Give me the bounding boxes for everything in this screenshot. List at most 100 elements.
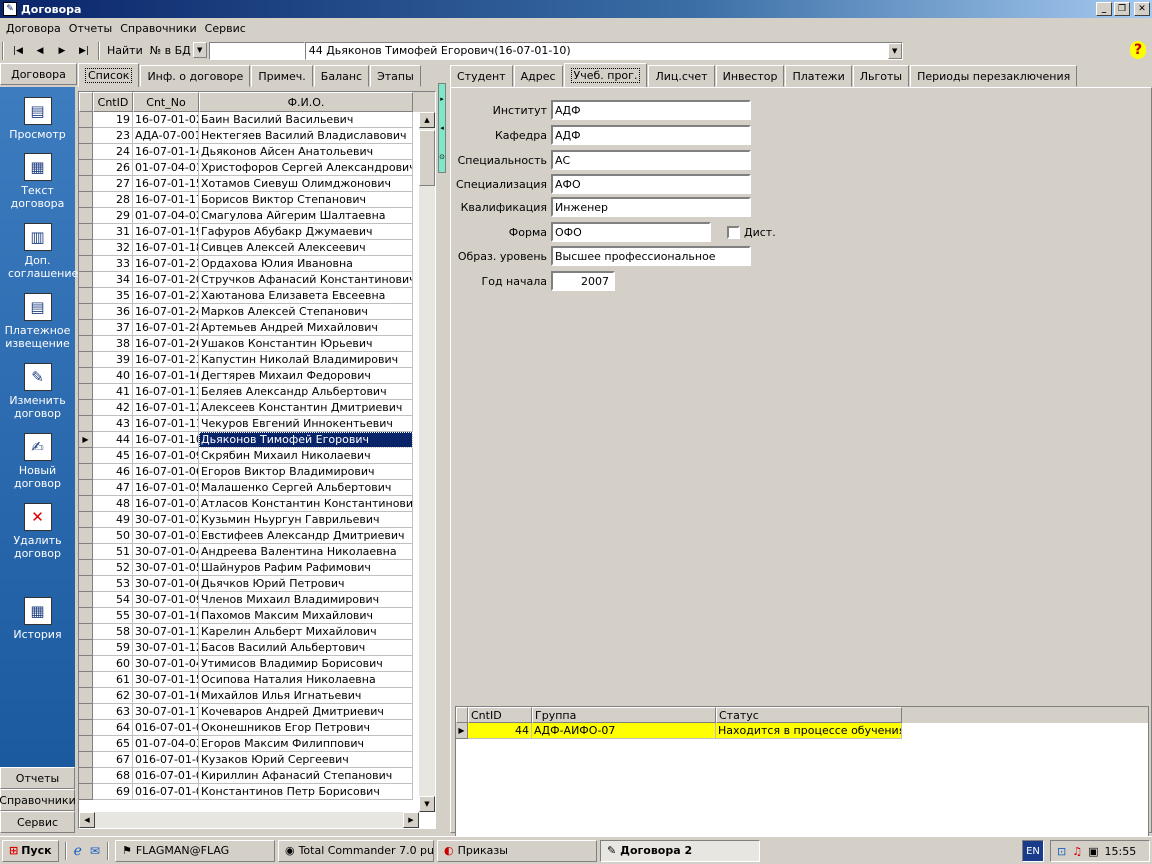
nav-addendum[interactable]: ▥ Доп. соглашение	[0, 223, 78, 280]
table-row[interactable]: 51 30-07-01-04 Андреева Валентина Николаев…	[79, 544, 435, 560]
language-indicator[interactable]: EN	[1022, 840, 1044, 862]
table-row[interactable]: 69016-07-01-09Константинов Петр Борисови…	[79, 784, 435, 800]
table-row[interactable]: 48 16-07-01-01 Атласов Константин Констант…	[79, 496, 435, 512]
table-row[interactable]: 59 30-07-01-12 Басов Василий Альбертович	[79, 640, 435, 656]
nav-tab-contracts[interactable]: Договора	[0, 63, 77, 85]
collapse-right-icon[interactable]: ▸	[440, 95, 444, 103]
next-record-icon[interactable]: ▶	[51, 41, 73, 61]
table-row[interactable]: 62 30-07-01-16 Михайлов Илья Игнатьевич	[79, 688, 435, 704]
tab-investor[interactable]: Инвестор	[715, 65, 785, 87]
task-total-commander[interactable]: ◉ Total Commander 7.0 pu...	[277, 839, 434, 862]
panel-splitter[interactable]: ▸ ◂ ⊙	[438, 83, 448, 173]
grid-hscroll[interactable]: ◀ ▶	[79, 812, 419, 828]
ie-icon[interactable]: ℯ	[74, 843, 82, 859]
table-row[interactable]: 65 01-07-04-03 Егоров Максим Филиппович	[79, 736, 435, 752]
nav-view[interactable]: ▤ Просмотр	[0, 97, 75, 141]
task-flagman[interactable]: ⚑ FLAGMAN@FLAG	[114, 839, 275, 862]
qualification-field[interactable]: Инженер	[551, 197, 751, 217]
table-row[interactable]: 36 16-07-01-24 Марков Алексей Степанович	[79, 304, 435, 320]
table-row[interactable]: 32 16-07-01-18 Сивцев Алексей Алексеевич	[79, 240, 435, 256]
table-row[interactable]: 31 16-07-01-19 Гафуров Абубакр Джумаевич	[79, 224, 435, 240]
nav-payment-notice[interactable]: ▤ Платежное извещение	[0, 293, 75, 350]
task-contracts[interactable]: ✎ Договора 2	[599, 839, 760, 862]
tab-student[interactable]: Студент	[450, 65, 513, 87]
record-combo[interactable]: 44 Дьяконов Тимофей Егорович(16-07-01-10…	[304, 41, 903, 60]
tab-list[interactable]: Список	[78, 63, 140, 87]
table-row[interactable]: 52 30-07-01-05 Шайнуров Рафим Рафимович	[79, 560, 435, 576]
department-field[interactable]: АДФ	[551, 125, 751, 145]
collapse-left-icon[interactable]: ◂	[440, 124, 444, 132]
col-cntid[interactable]: CntID	[93, 92, 133, 112]
table-row[interactable]: 42 16-07-01-12 Алексеев Константин Дмитрие…	[79, 400, 435, 416]
close-button[interactable]: ✕	[1134, 2, 1150, 16]
menu-references[interactable]: Справочники	[116, 22, 200, 35]
network-icon[interactable]: ⊡	[1057, 845, 1066, 858]
specialty-field[interactable]: АС	[551, 150, 751, 170]
table-row[interactable]: 50 30-07-01-03 Евстифеев Александр Дмитрие…	[79, 528, 435, 544]
table-row[interactable]: 29 01-07-04-02 Смагулова Айгерим Шалтаевна	[79, 208, 435, 224]
minimize-button[interactable]: _	[1096, 2, 1112, 16]
table-row[interactable]: 34 16-07-01-20 Стручков Афанасий Константи…	[79, 272, 435, 288]
help-icon[interactable]: ?	[1130, 41, 1146, 59]
prev-record-icon[interactable]: ◀	[29, 41, 51, 61]
scroll-thumb[interactable]	[419, 130, 435, 186]
table-row[interactable]: 49 30-07-01-02 Кузьмин Ньургун Гаврильевич	[79, 512, 435, 528]
table-row[interactable]: 19 16-07-01-02 Баин Василий Васильевич	[79, 112, 435, 128]
nav-tab-service[interactable]: Сервис	[0, 811, 75, 833]
table-row[interactable]: 23 АДА-07-001 Нектегяев Василий Владиславо…	[79, 128, 435, 144]
tab-notes[interactable]: Примеч.	[251, 65, 313, 87]
menu-contracts[interactable]: Договора	[2, 22, 65, 35]
col-fio[interactable]: Ф.И.О.	[199, 92, 413, 112]
institute-field[interactable]: АДФ	[551, 100, 751, 120]
col-status[interactable]: Статус	[716, 707, 902, 723]
form-field[interactable]: ОФО	[551, 222, 711, 242]
find-input[interactable]	[208, 41, 305, 60]
grid-vscroll[interactable]: ▲ ▼	[419, 112, 435, 812]
table-row[interactable]: 54 30-07-01-09 Членов Михаил Владимирович	[79, 592, 435, 608]
table-row[interactable]: 38 16-07-01-26 Ушаков Константин Юрьевич	[79, 336, 435, 352]
table-row[interactable]: 37 16-07-01-28 Артемьев Андрей Михайлович	[79, 320, 435, 336]
tab-renewal-periods[interactable]: Периоды перезаключения	[910, 65, 1078, 87]
chevron-down-icon[interactable]: ▼	[887, 42, 902, 59]
nav-edit-contract[interactable]: ✎ Изменить договор	[0, 363, 75, 420]
tab-stages[interactable]: Этапы	[370, 65, 421, 87]
table-row[interactable]: 40 16-07-01-16 Дегтярев Михаил Федорович	[79, 368, 435, 384]
maximize-button[interactable]: ❐	[1114, 2, 1130, 16]
tab-benefits[interactable]: Льготы	[852, 65, 910, 87]
table-row[interactable]: 33 16-07-01-21 Ордахова Юлия Ивановна	[79, 256, 435, 272]
scroll-right-icon[interactable]: ▶	[403, 812, 419, 828]
monitor-icon[interactable]: ▣	[1088, 845, 1098, 858]
group-row[interactable]: ▶ 44 АДФ-АИФО-07 Находится в процессе об…	[456, 723, 1148, 739]
nav-delete-contract[interactable]: ✕ Удалить договор	[0, 503, 75, 560]
last-record-icon[interactable]: ▶|	[73, 41, 95, 61]
table-row[interactable]: 27 16-07-01-15 Хотамов Сиевуш Олимджонович	[79, 176, 435, 192]
first-record-icon[interactable]: |◀	[7, 41, 29, 61]
edu-level-field[interactable]: Высшее профессиональное	[551, 246, 751, 266]
table-row[interactable]: 47 16-07-01-05 Малашенко Сергей Альбертови…	[79, 480, 435, 496]
chevron-down-icon[interactable]: ▼	[192, 41, 207, 58]
volume-icon[interactable]: ♫	[1072, 845, 1082, 858]
start-year-field[interactable]: 2007	[551, 271, 615, 291]
nav-new-contract[interactable]: ✍ Новый договор	[0, 433, 75, 490]
table-row[interactable]: 41 16-07-01-13 Беляев Александр Альбертови…	[79, 384, 435, 400]
start-button[interactable]: ⊞ Пуск	[2, 839, 59, 862]
dist-checkbox[interactable]	[727, 225, 740, 239]
tab-payments[interactable]: Платежи	[785, 65, 852, 87]
table-row[interactable]: 26 01-07-04-01 Христофоров Сергей Александ…	[79, 160, 435, 176]
col-group-cntid[interactable]: CntID	[468, 707, 532, 723]
tab-study-program[interactable]: Учеб. прог.	[563, 63, 648, 87]
scroll-left-icon[interactable]: ◀	[79, 812, 95, 828]
task-orders[interactable]: ◐ Приказы	[436, 839, 597, 862]
specialization-field[interactable]: АФО	[551, 174, 751, 194]
scroll-down-icon[interactable]: ▼	[419, 796, 435, 812]
table-row[interactable]: 61 30-07-01-15 Осипова Наталия Николаевна	[79, 672, 435, 688]
table-row[interactable]: 35 16-07-01-22 Хаютанова Елизавета Евсеевн…	[79, 288, 435, 304]
tab-address[interactable]: Адрес	[513, 65, 563, 87]
table-row[interactable]: 63 30-07-01-17 Кочеваров Андрей Дмитриевич	[79, 704, 435, 720]
nav-history[interactable]: ▦ История	[0, 597, 75, 641]
menu-reports[interactable]: Отчеты	[65, 22, 116, 35]
col-cntno[interactable]: Cnt_No	[133, 92, 199, 112]
table-row[interactable]: 55 30-07-01-10 Пахомов Максим Михайлович	[79, 608, 435, 624]
table-row[interactable]: 28 16-07-01-17 Борисов Виктор Степанович	[79, 192, 435, 208]
col-group[interactable]: Группа	[532, 707, 716, 723]
